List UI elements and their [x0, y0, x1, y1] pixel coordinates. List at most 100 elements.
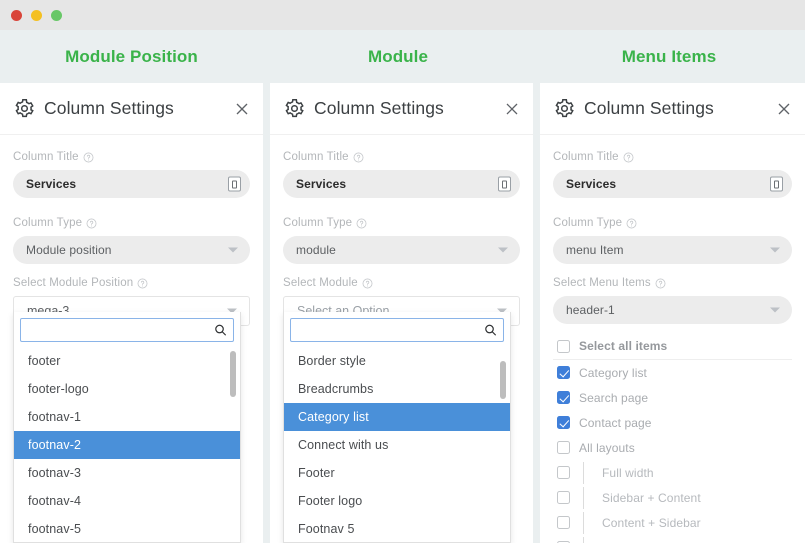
checkbox-row-full-width[interactable]: Full width	[553, 460, 792, 485]
item-label: Breadcrumbs	[298, 382, 374, 396]
checkbox-all-layouts[interactable]	[557, 441, 570, 454]
help-icon[interactable]	[137, 278, 148, 289]
checkbox-contact-page[interactable]	[557, 416, 570, 429]
panel-header: Column Settings	[540, 83, 805, 135]
search-input[interactable]	[299, 323, 495, 337]
chevron-down-icon	[498, 247, 508, 253]
list-item[interactable]: footnav-5	[14, 515, 240, 543]
help-icon[interactable]	[655, 278, 666, 289]
checkbox-row-contact-page[interactable]: Contact page	[553, 410, 792, 435]
list-item-selected[interactable]: footnav-2	[14, 431, 240, 459]
column-title-input[interactable]: Services	[283, 170, 520, 198]
indent-guide	[583, 486, 584, 509]
checkbox-full-width[interactable]	[557, 466, 570, 479]
checkbox-select-all[interactable]	[557, 339, 570, 353]
column-type-select[interactable]: module	[283, 236, 520, 264]
column-title-input[interactable]: Services	[13, 170, 250, 198]
help-icon[interactable]	[353, 152, 364, 163]
item-label: footnav-4	[28, 494, 82, 508]
checkbox-sidebar-content[interactable]	[557, 491, 570, 504]
select-menu-items-label: Select Menu Items	[553, 277, 792, 289]
column-type-value: Module position	[26, 243, 112, 257]
checkbox-label: All layouts	[579, 440, 635, 455]
language-icon[interactable]	[228, 176, 241, 192]
checkbox-label: Category list	[579, 365, 647, 380]
checkbox-label: Search page	[579, 390, 649, 405]
list-item-selected[interactable]: Category list	[284, 403, 510, 431]
header-label: Module Position	[65, 46, 198, 66]
label-text: Column Type	[283, 217, 353, 229]
dropdown-search-wrap	[284, 312, 510, 347]
list-item[interactable]: Footnav 5	[284, 515, 510, 543]
checkbox-row-sidebar-content[interactable]: Sidebar + Content	[553, 485, 792, 510]
list-item[interactable]: Footer logo	[284, 487, 510, 515]
column-title-label: Column Title	[283, 151, 520, 163]
close-icon[interactable]	[504, 101, 520, 117]
list-item[interactable]: footnav-3	[14, 459, 240, 487]
list-item[interactable]: Footer	[284, 459, 510, 487]
chevron-down-icon	[228, 247, 238, 253]
checkbox-row-category-list[interactable]: Category list	[553, 360, 792, 385]
item-label: Border style	[298, 354, 366, 368]
chevron-down-icon	[770, 247, 780, 253]
language-icon[interactable]	[498, 176, 511, 192]
column-type-label: Column Type	[553, 217, 792, 229]
gear-icon	[284, 98, 305, 119]
item-label: footnav-2	[28, 438, 82, 452]
column-type-select[interactable]: Module position	[13, 236, 250, 264]
help-icon[interactable]	[626, 218, 637, 229]
search-field[interactable]	[290, 318, 504, 342]
language-icon[interactable]	[770, 176, 783, 192]
window-titlebar	[0, 0, 805, 30]
checkbox-label: Full width	[602, 465, 654, 480]
column-type-select[interactable]: menu Item	[553, 236, 792, 264]
list-item[interactable]: footer	[14, 347, 240, 375]
column-title-input[interactable]: Services	[553, 170, 792, 198]
help-icon[interactable]	[356, 218, 367, 229]
checkbox-row-all-layouts[interactable]: All layouts	[553, 435, 792, 460]
checkbox-label: Content + Sidebar	[602, 515, 701, 530]
checkbox-content-sidebar[interactable]	[557, 516, 570, 529]
module-dropdown: Border style Breadcrumbs Category list C…	[283, 312, 511, 543]
list-item[interactable]: Border style	[284, 347, 510, 375]
help-icon[interactable]	[362, 278, 373, 289]
window-close-dot[interactable]	[11, 9, 22, 21]
item-label: footnav-1	[28, 410, 82, 424]
checkbox-row-select-all[interactable]: Select all items	[553, 333, 792, 360]
item-label: Footer	[298, 466, 335, 480]
list-item[interactable]: footnav-4	[14, 487, 240, 515]
list-item[interactable]: Breadcrumbs	[284, 375, 510, 403]
column-type-label: Column Type	[13, 217, 250, 229]
checkbox-row-content-sidebar[interactable]: Content + Sidebar	[553, 510, 792, 535]
select-module-position-label: Select Module Position	[13, 277, 250, 289]
list-item[interactable]: footnav-1	[14, 403, 240, 431]
window-minimize-dot[interactable]	[31, 9, 42, 21]
close-icon[interactable]	[234, 101, 250, 117]
column-header-menu-items: Menu Items	[533, 30, 805, 83]
item-label: footer	[28, 354, 61, 368]
item-label: Connect with us	[298, 438, 389, 452]
search-field[interactable]	[20, 318, 234, 342]
list-item[interactable]: Connect with us	[284, 431, 510, 459]
dropdown-scrollbar[interactable]	[500, 361, 506, 399]
help-icon[interactable]	[83, 152, 94, 163]
select-menu-items[interactable]: header-1	[553, 296, 792, 324]
header-label: Module	[367, 46, 429, 66]
item-label: Footer logo	[298, 494, 363, 508]
dropdown-scrollbar[interactable]	[230, 351, 236, 397]
dropdown-search-wrap	[14, 312, 240, 347]
checkbox-row-search-page[interactable]: Search page	[553, 385, 792, 410]
close-icon[interactable]	[776, 101, 792, 117]
header-label: Menu Items	[621, 46, 717, 66]
app-window: Module Position Module Menu Items Column…	[0, 0, 805, 543]
panel-title: Column Settings	[584, 98, 714, 118]
checkbox-search-page[interactable]	[557, 391, 570, 404]
list-item[interactable]: footer-logo	[14, 375, 240, 403]
item-label: footer-logo	[28, 382, 89, 396]
help-icon[interactable]	[623, 152, 634, 163]
help-icon[interactable]	[86, 218, 97, 229]
checkbox-category-list[interactable]	[557, 366, 570, 379]
window-maximize-dot[interactable]	[51, 9, 62, 21]
search-input[interactable]	[29, 323, 225, 337]
checkbox-row-3-columns[interactable]: 3 Columns	[553, 535, 792, 543]
